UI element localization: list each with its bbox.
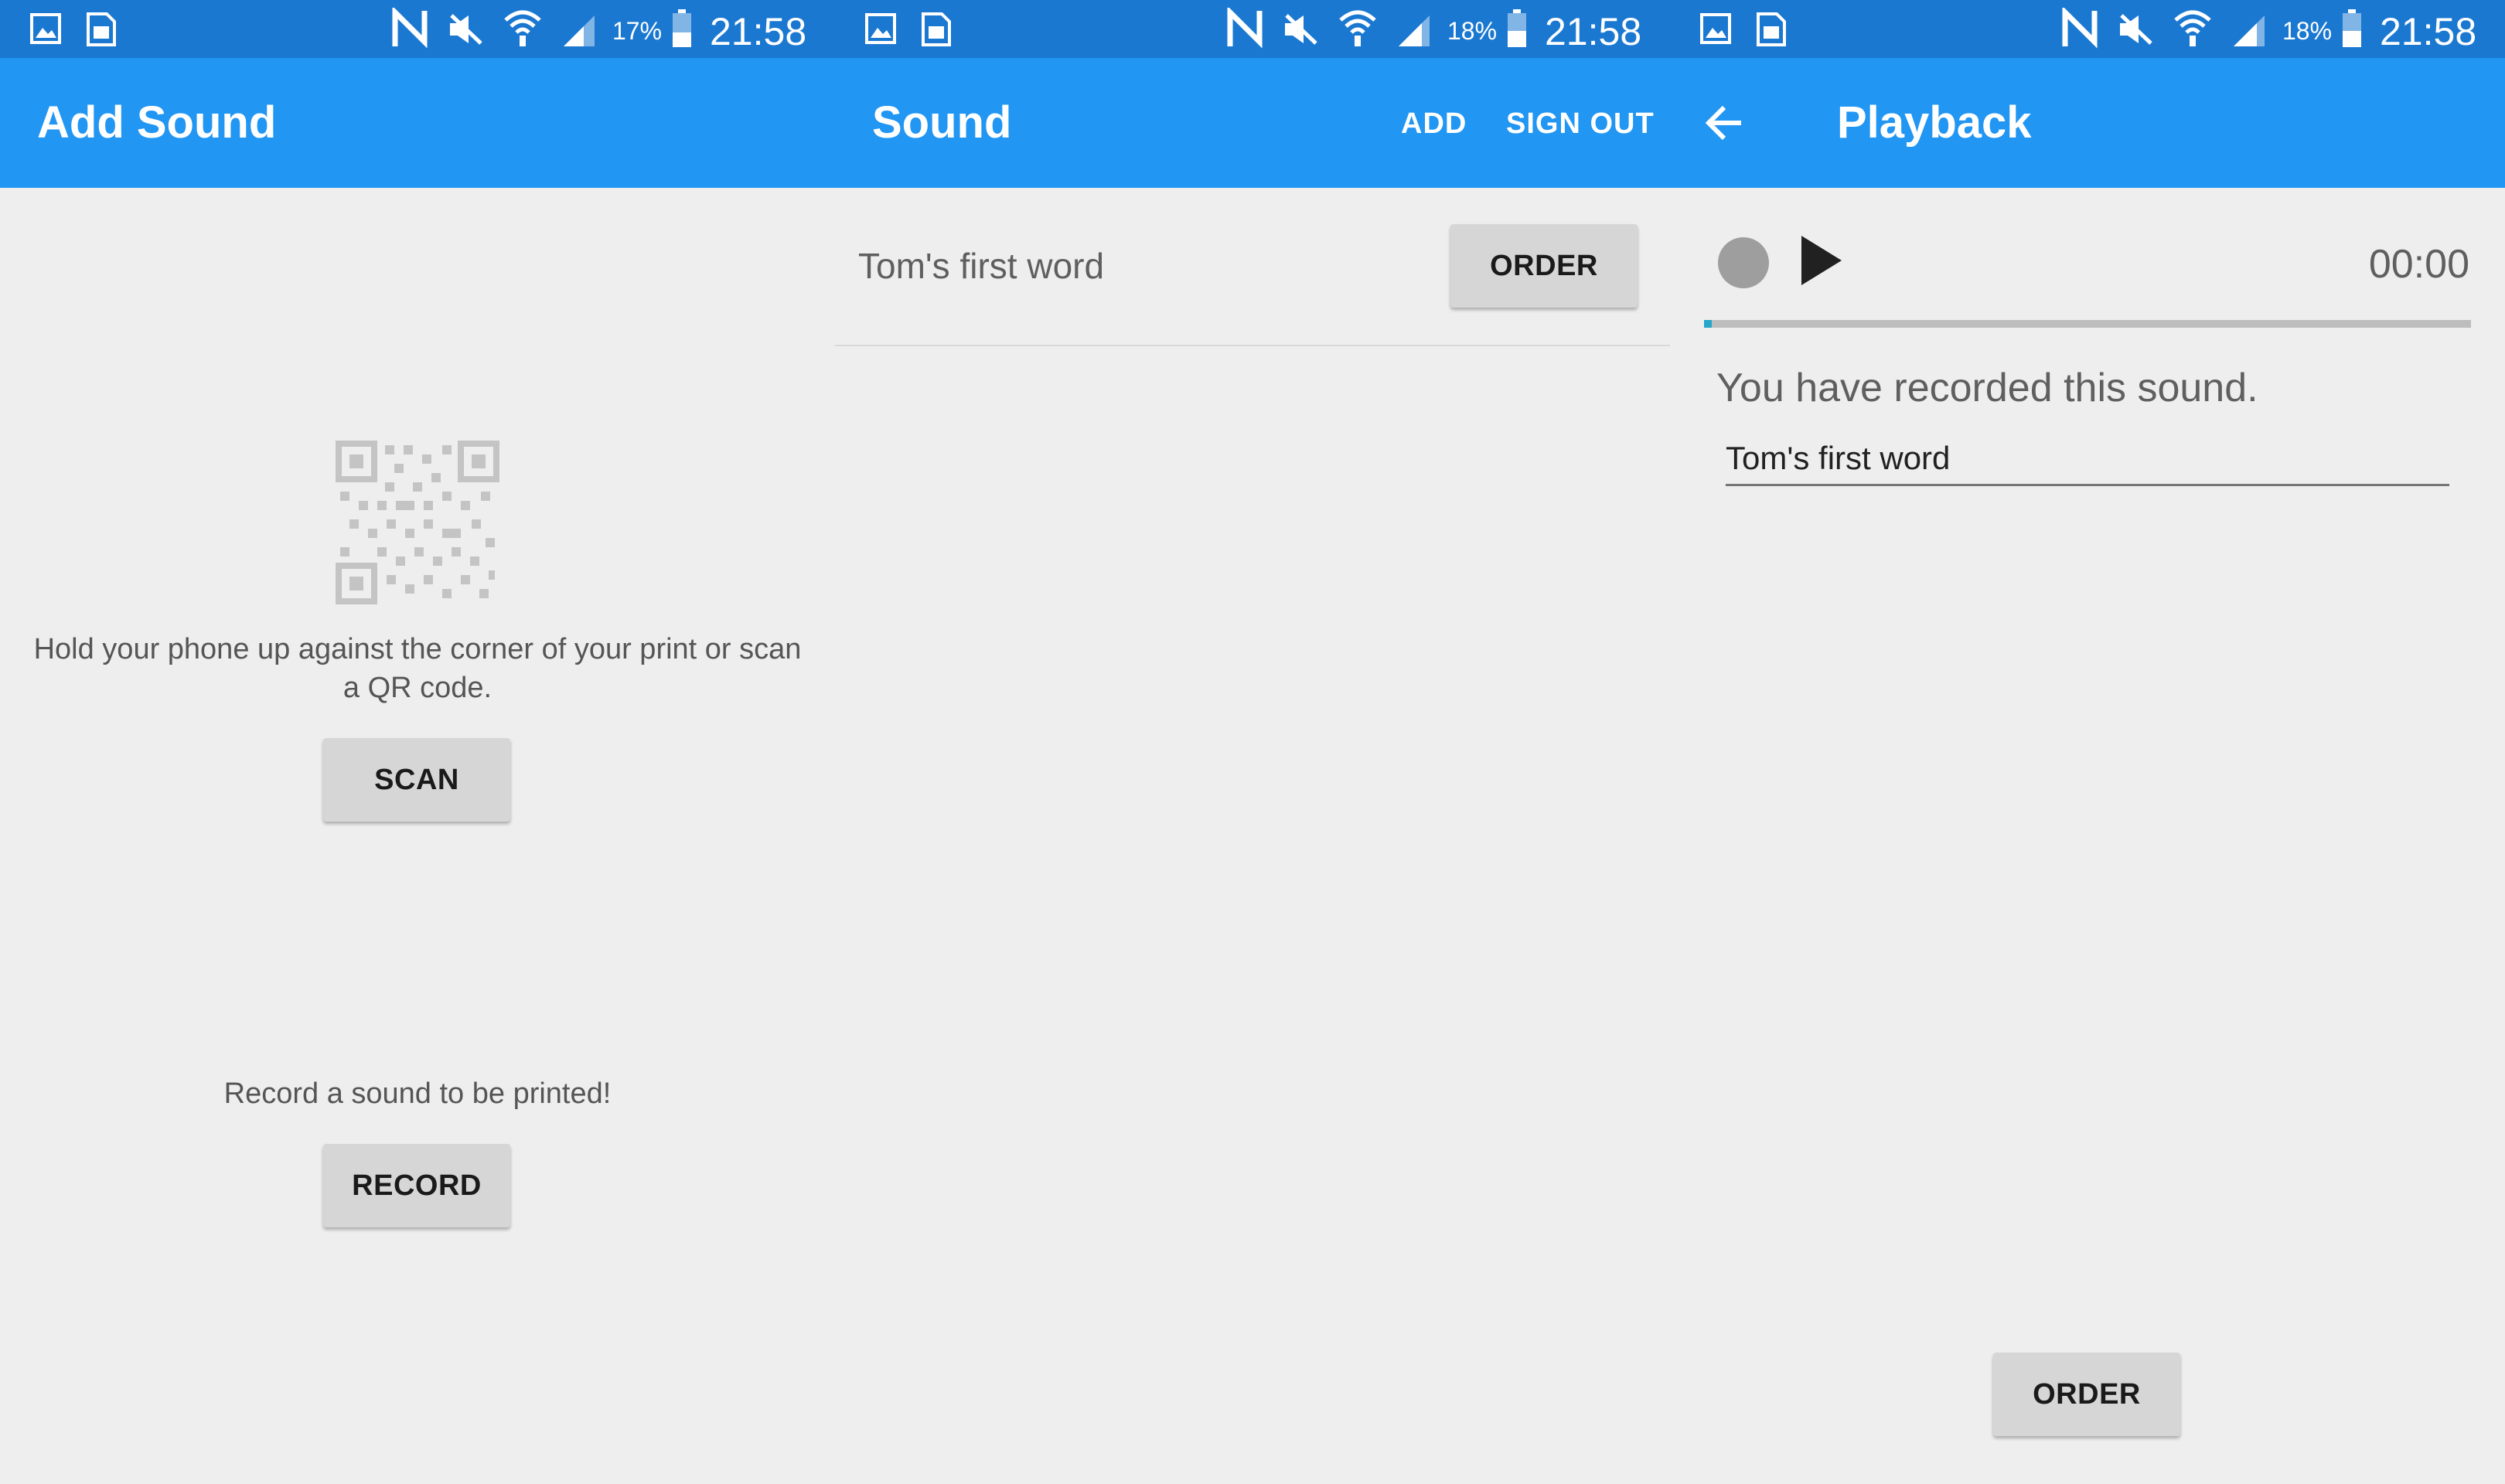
sound-list-screen: 18% 21:58 Sound ADD SIGN OUT Tom's first…	[835, 0, 1670, 1484]
qr-code-icon	[336, 441, 499, 604]
sim-card-icon	[87, 12, 116, 46]
status-bar: 17% 21:58	[0, 0, 835, 58]
sim-card-icon	[922, 12, 951, 46]
app-bar: Sound ADD SIGN OUT	[835, 58, 1670, 188]
play-icon[interactable]	[1798, 234, 1845, 287]
signal-icon	[2234, 15, 2265, 46]
qr-instructions: Hold your phone up against the corner of…	[33, 633, 802, 704]
sim-card-icon	[1757, 12, 1786, 46]
list-divider	[835, 345, 1670, 346]
battery-icon	[673, 9, 691, 47]
record-button[interactable]: RECORD	[323, 1144, 510, 1227]
list-item[interactable]: Tom's first word ORDER	[835, 188, 1670, 345]
signal-icon	[1399, 15, 1430, 46]
battery-icon	[1508, 9, 1526, 47]
gallery-icon	[865, 13, 896, 44]
add-action-button[interactable]: ADD	[1401, 107, 1467, 141]
app-bar: Add Sound	[0, 58, 835, 188]
order-button[interactable]: ORDER	[1450, 224, 1638, 308]
record-icon[interactable]	[1716, 236, 1771, 290]
battery-percentage: 18%	[2282, 17, 2333, 45]
sign-out-button[interactable]: SIGN OUT	[1506, 107, 1655, 141]
mute-icon	[1285, 14, 1317, 45]
wifi-icon	[1339, 10, 1376, 46]
sound-name-field[interactable]	[1726, 433, 2449, 486]
page-title: Add Sound	[37, 97, 277, 148]
app-bar: Playback	[1670, 58, 2505, 188]
screens-container: 17% 21:58 Add Sound Hold your phone up a…	[0, 0, 2505, 1484]
nfc-icon	[392, 8, 428, 49]
playback-timer: 00:00	[2368, 242, 2469, 287]
battery-icon	[2343, 9, 2361, 47]
record-prompt: Record a sound to be printed!	[223, 1077, 612, 1110]
wifi-icon	[504, 10, 541, 46]
progress-fill	[1704, 320, 1712, 328]
wifi-icon	[2174, 10, 2211, 46]
status-bar: 18% 21:58	[1670, 0, 2505, 58]
gallery-icon	[30, 13, 61, 44]
mute-icon	[2120, 14, 2152, 45]
status-bar: 18% 21:58	[835, 0, 1670, 58]
progress-bar[interactable]	[1704, 320, 2471, 328]
signal-icon	[564, 15, 595, 46]
nfc-icon	[1227, 8, 1263, 49]
order-button[interactable]: ORDER	[1993, 1353, 2180, 1436]
scan-button[interactable]: SCAN	[323, 738, 510, 822]
status-time: 21:58	[2380, 10, 2477, 53]
page-title: Sound	[872, 97, 1012, 148]
sound-name: Tom's first word	[858, 246, 1105, 286]
status-time: 21:58	[710, 10, 807, 53]
add-sound-screen: 17% 21:58 Add Sound Hold your phone up a…	[0, 0, 835, 1484]
battery-percentage: 17%	[612, 17, 663, 45]
mute-icon	[450, 14, 482, 45]
page-title: Playback	[1837, 97, 2032, 148]
playback-screen: 18% 21:58 Playback 00:00 You have record…	[1670, 0, 2505, 1484]
nfc-icon	[2062, 8, 2098, 49]
back-arrow-icon[interactable]	[1701, 100, 1747, 146]
gallery-icon	[1700, 13, 1731, 44]
status-time: 21:58	[1545, 10, 1642, 53]
battery-percentage: 18%	[1447, 17, 1498, 45]
recorded-message: You have recorded this sound.	[1716, 366, 2258, 410]
